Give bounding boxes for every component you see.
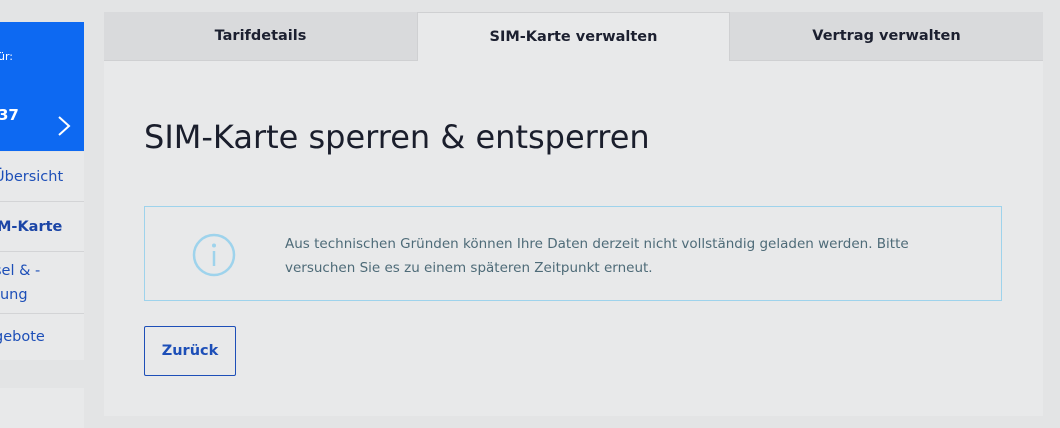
- sidebar-item-label-line2: rung: [0, 287, 28, 303]
- sidebar-nav: Übersicht M-Karte sel & - rung gebote: [0, 152, 84, 360]
- divider: [0, 313, 84, 314]
- info-message-box: Aus technischen Gründen können Ihre Date…: [144, 206, 1002, 301]
- account-number: 37: [0, 106, 19, 124]
- sidebar: ür: 37 Übersicht M-Karte sel & - rung ge…: [0, 0, 84, 428]
- tab-manage-contract[interactable]: Vertrag verwalten: [730, 12, 1043, 61]
- sidebar-item-label: gebote: [0, 329, 45, 345]
- sidebar-item-label: Übersicht: [0, 169, 64, 185]
- sidebar-item-label: M-Karte: [0, 219, 63, 235]
- account-card[interactable]: ür: 37: [0, 22, 84, 151]
- divider: [0, 201, 84, 202]
- sidebar-item-label-line1: sel & -: [0, 263, 41, 279]
- tab-manage-sim-card[interactable]: SIM-Karte verwalten: [417, 12, 730, 61]
- back-button[interactable]: Zurück: [144, 326, 236, 376]
- chevron-right-icon: [58, 116, 71, 136]
- sidebar-card-secondary[interactable]: g: [0, 388, 84, 428]
- account-for-label: ür:: [0, 50, 14, 63]
- info-icon: [192, 233, 236, 277]
- sidebar-item-change[interactable]: sel & - rung: [0, 259, 84, 309]
- tab-bar: Tarifdetails SIM-Karte verwalten Vertrag…: [104, 12, 1043, 61]
- page-title: SIM-Karte sperren & entsperren: [144, 118, 650, 156]
- main-panel: Tarifdetails SIM-Karte verwalten Vertrag…: [104, 12, 1043, 416]
- sidebar-item-label: g: [0, 402, 1, 418]
- info-message-text: Aus technischen Gründen können Ihre Date…: [285, 236, 909, 276]
- divider: [0, 251, 84, 252]
- tab-tariff-details[interactable]: Tarifdetails: [104, 12, 417, 61]
